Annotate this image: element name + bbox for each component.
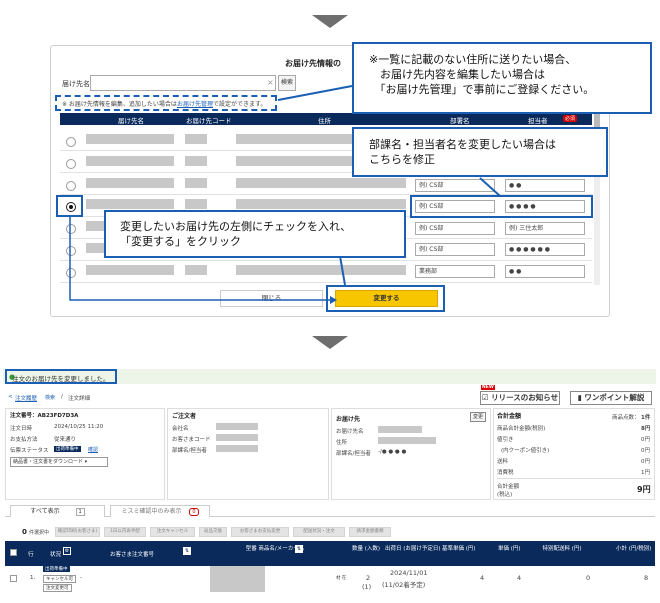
action-payment-button[interactable]: お客さまお支払変更 xyxy=(231,527,289,537)
item-count-label: 商品点数： xyxy=(612,415,640,421)
grand-total-value: 9円 xyxy=(637,485,651,494)
payment-label: お支払方法 xyxy=(10,437,38,443)
selected-count: 0 xyxy=(22,528,27,536)
discount-value: 0円 xyxy=(641,437,650,443)
th-customer-order-no: お客さま注文番号 xyxy=(110,552,155,558)
delivery-address-label: 住所 xyxy=(336,440,348,446)
unit-price: 4 xyxy=(517,574,522,582)
th-ship-date: 出荷日 (お届け予定日) xyxy=(385,546,441,552)
tips-button[interactable]: ▮ ワンポイント解説 xyxy=(570,391,652,405)
delivery-dept-label: 部課名/担当者 xyxy=(336,451,371,457)
th-status: 状況 xyxy=(50,552,62,558)
grand-total-sub: (税込) xyxy=(497,492,513,498)
orderer-panel xyxy=(167,408,329,500)
breadcrumb-current: 注文詳細 xyxy=(68,396,91,402)
tab-misumi-pending[interactable]: ミスミ確認中のみ表示 0 xyxy=(110,505,210,517)
maker-tag: 材 在 xyxy=(336,576,347,581)
th-special-shipping: 特別配送料 (円) xyxy=(542,546,582,552)
shipping-label: 送料 xyxy=(497,459,509,465)
delivery-dept-value: -/● ● ● ● xyxy=(378,449,407,455)
th-subtotal: 小計 (円/税別) xyxy=(616,546,652,552)
delivery-date: (11/02着予定) xyxy=(382,581,426,589)
tax-label: 消費税 xyxy=(497,470,514,476)
product-image xyxy=(210,566,265,592)
row-number: 1. xyxy=(30,575,36,581)
action-delivery-status-button[interactable]: 配送状況・注文 xyxy=(293,527,345,537)
callout-address-management: ※一覧に記載のない住所に送りたい場合、 お届け先内容を編集したい場合は 「お届け… xyxy=(352,42,652,114)
sort-icon[interactable]: ⇅ xyxy=(183,547,191,555)
order-date-label: 注文日時 xyxy=(10,426,33,432)
delivery-title: お届け先 xyxy=(336,416,361,423)
status-label: 伝票ステータス xyxy=(10,448,49,454)
ship-date: 2024/11/01 xyxy=(390,569,428,577)
breadcrumb-back[interactable]: < xyxy=(8,394,13,400)
status-chip: 出荷準備中 xyxy=(54,446,81,452)
filter-icon[interactable]: ⚙ xyxy=(63,547,71,555)
tab-all[interactable]: すべて表示 1 xyxy=(10,505,105,517)
th-base-price: 基準単価 (円) xyxy=(442,546,476,552)
status-chip: 出荷準備中 xyxy=(43,566,70,572)
delivery-change-button[interactable]: 変更 xyxy=(470,412,486,422)
breadcrumb-history[interactable]: 注文履歴 xyxy=(15,394,37,402)
subtotal-label: 商品合計金額(税別) xyxy=(497,426,546,432)
shipping-value: 0円 xyxy=(641,459,650,465)
order-info-panel xyxy=(5,408,165,500)
callout-select-change: 変更したいお届け先の左側にチェックを入れ、 「変更する」をクリック xyxy=(104,210,406,258)
new-badge: NEW xyxy=(481,385,495,390)
selected-label: 件選択中 xyxy=(29,530,50,536)
item-count: 1件 xyxy=(641,415,651,421)
cancel-possible-chip: キャンセル可 xyxy=(43,575,76,583)
qty-value: 2 xyxy=(366,574,371,582)
company-label: 会社名 xyxy=(172,426,189,432)
callout-dept-person: 部課名・担当者名を変更したい場合は こちらを修正 xyxy=(352,127,608,177)
action-print-button[interactable]: 確認印刷(お客さま) xyxy=(55,527,100,537)
action-cancel-button[interactable]: 注文キャンセル xyxy=(150,527,195,537)
sort-icon[interactable]: ⇅ xyxy=(295,545,303,553)
totals-title: 合計金額 xyxy=(497,413,522,420)
notice-highlight xyxy=(5,369,117,384)
order-date: 2024/10/25 11:20 xyxy=(54,424,104,430)
subtotal-value: 8円 xyxy=(641,426,651,432)
delivery-dest-label: お届け先名 xyxy=(336,429,364,435)
change-possible-chip: 注文変更可 xyxy=(43,584,72,592)
th-qty: 数量 (入数) xyxy=(352,546,381,552)
customer-code-label: お客さまコード xyxy=(172,437,211,443)
order-number: 注文番号：AB23FD7D3A xyxy=(10,413,79,419)
action-return-button[interactable]: 返品交換 xyxy=(199,527,227,537)
orderer-dept-label: 部課名/担当者 xyxy=(172,448,207,454)
customer-order-no: - xyxy=(80,575,82,581)
th-row: 行 xyxy=(28,552,34,558)
discount-label: 値引き xyxy=(497,437,514,443)
select-all-checkbox[interactable] xyxy=(10,549,17,556)
qty-sub: (1) xyxy=(362,583,372,591)
breadcrumb-sep: / xyxy=(61,394,63,400)
release-notes-button[interactable]: ☑ リリースのお知らせ xyxy=(480,391,560,405)
base-price: 4 xyxy=(480,574,485,582)
action-invoice-button[interactable]: 請求金額書類 xyxy=(349,527,391,537)
th-price: 単価 (円) xyxy=(498,546,521,552)
row-subtotal: 8 xyxy=(644,574,649,582)
payment-value: 従来通り xyxy=(54,437,77,443)
row-checkbox[interactable] xyxy=(10,575,17,582)
action-rearrange-button[interactable]: 1日以内再手配 xyxy=(104,527,146,537)
special-shipping: 0 xyxy=(586,574,591,582)
coupon-value: 0円 xyxy=(641,448,650,454)
breadcrumb-search[interactable]: 検索 xyxy=(45,394,55,401)
coupon-label: (内クーポン値引き) xyxy=(501,448,550,454)
down-arrow-icon xyxy=(312,336,348,349)
status-link[interactable]: 確認 xyxy=(88,446,98,453)
grand-total-label: 合計金額 xyxy=(497,484,520,490)
download-select[interactable]: 納品書・注文書をダウンロード ▾ xyxy=(10,457,108,467)
orderer-title: ご注文者 xyxy=(172,413,197,420)
tax-value: 1円 xyxy=(641,470,650,476)
